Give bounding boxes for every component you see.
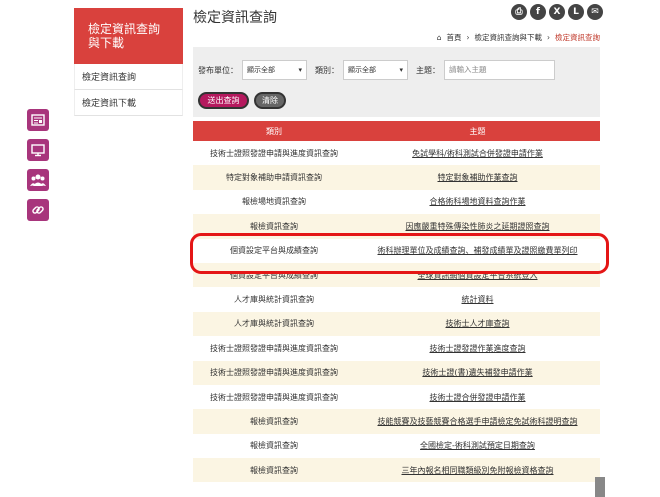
row-category: 報檢資訊查詢 <box>250 416 298 426</box>
category-select[interactable]: 顯示全部 ▾ <box>343 60 408 80</box>
row-topic-link[interactable]: 三年內報名相同職類級別免附報檢資格查詢 <box>402 465 554 476</box>
clear-button[interactable]: 清除 <box>254 92 286 109</box>
unit-label: 發布單位： <box>198 65 238 75</box>
row-topic-cell: 技能競賽及技藝競賽合格選手申請檢定免試術科證明查詢 <box>355 409 600 433</box>
submit-button[interactable]: 送出查詢 <box>198 92 249 109</box>
scrollbar[interactable] <box>595 477 605 497</box>
sidebar-item-query[interactable]: 檢定資訊查詢 <box>74 64 183 90</box>
row-topic-link[interactable]: 特定對象補助作業查詢 <box>438 172 518 183</box>
share-bar: ⎙ f X L ✉ <box>511 4 603 20</box>
table-row: 人才庫與統計資訊查詢 統計資料 <box>193 287 600 312</box>
row-topic-cell: 技術士證(書)遺失補發申請作業 <box>355 361 600 385</box>
row-topic-link[interactable]: 技術士證合併發證申請作業 <box>430 392 526 403</box>
breadcrumb-separator: › <box>547 33 550 42</box>
row-topic-link[interactable]: 技術士人才庫查詢 <box>446 318 510 329</box>
row-topic-link[interactable]: 免試學科/術科測試合併發證申請作業 <box>412 148 543 159</box>
row-topic-cell: 統計資料 <box>355 287 600 311</box>
row-category: 特定對象補助申請資訊查詢 <box>226 173 322 183</box>
page-title: 檢定資訊查詢 <box>193 10 277 26</box>
category-select-value: 顯示全部 <box>348 66 376 74</box>
row-topic-cell: 三年內報名相同職類級別免附報檢資格查詢 <box>355 458 600 482</box>
filter-panel: 發布單位： 顯示全部 ▾ 類別： 顯示全部 ▾ 主題： 請輸入主題 送出查詢 清… <box>193 47 600 117</box>
row-category: 人才庫與統計資訊查詢 <box>234 295 314 305</box>
row-topic-cell: 免試學科/術科測試合併發證申請作業 <box>355 141 600 165</box>
unit-select-value: 顯示全部 <box>247 66 275 74</box>
row-category: 人才庫與統計資訊查詢 <box>234 319 314 329</box>
topic-input[interactable]: 請輸入主題 <box>444 60 555 80</box>
breadcrumb-home[interactable]: 首頁 <box>447 32 462 43</box>
row-category: 技術士證照發證申請與進度資訊查詢 <box>210 368 338 378</box>
row-topic-cell: 特定對象補助作業查詢 <box>355 165 600 189</box>
column-header-category: 類別 <box>266 126 282 136</box>
row-category: 報檢資訊查詢 <box>250 441 298 451</box>
facebook-icon[interactable]: f <box>530 4 546 20</box>
table-row: 技術士證照發證申請與進度資訊查詢 技術士證發證作業進度查詢 <box>193 336 600 361</box>
news-icon[interactable] <box>27 109 49 131</box>
table-row: 特定對象補助申請資訊查詢 特定對象補助作業查詢 <box>193 165 600 190</box>
row-topic-link[interactable]: 技術士證發證作業進度查詢 <box>430 343 526 354</box>
table-row: 技術士證照發證申請與進度資訊查詢 免試學科/術科測試合併發證申請作業 <box>193 141 600 166</box>
sidebar-heading: 檢定資訊查詢與下載 <box>74 8 183 64</box>
table-row: 技術士證照發證申請與進度資訊查詢 技術士證合併發證申請作業 <box>193 384 600 410</box>
chevron-down-icon: ▾ <box>298 66 302 74</box>
row-topic-link[interactable]: 因應嚴重特殊傳染性肺炎之延期證照查詢 <box>406 221 550 232</box>
unit-select[interactable]: 顯示全部 ▾ <box>242 60 307 80</box>
home-icon[interactable]: ⌂ <box>437 33 442 42</box>
table-row: 人才庫與統計資訊查詢 技術士人才庫查詢 <box>193 311 600 337</box>
table-row: 報檢資訊查詢 技能競賽及技藝競賽合格選手申請檢定免試術科證明查詢 <box>193 409 600 434</box>
table-row: 技術士證照發證申請與進度資訊查詢 技術士證(書)遺失補發申請作業 <box>193 360 600 385</box>
table-row: 報檢場地資訊查詢 合格術科場地資料查詢作業 <box>193 189 600 215</box>
row-topic-cell: 合格術科場地資料查詢作業 <box>355 190 600 214</box>
table-row: 報檢資訊查詢 全國檢定-術科測試預定日期查詢 <box>193 433 600 459</box>
row-topic-cell: 技術士人才庫查詢 <box>355 312 600 336</box>
row-topic-link[interactable]: 合格術科場地資料查詢作業 <box>430 196 526 207</box>
row-category: 技術士證照發證申請與進度資訊查詢 <box>210 148 338 158</box>
breadcrumb: ⌂ 首頁 › 檢定資訊查詢與下載 › 檢定資訊查詢 <box>437 32 600 43</box>
category-label: 類別： <box>315 65 339 75</box>
table-header: 類別 主題 <box>193 121 600 141</box>
row-category: 技術士證照發證申請與進度資訊查詢 <box>210 343 338 353</box>
people-icon[interactable] <box>27 169 49 191</box>
link-icon[interactable] <box>27 199 49 221</box>
chevron-down-icon: ▾ <box>399 66 403 74</box>
line-icon[interactable]: L <box>568 4 584 20</box>
monitor-icon[interactable] <box>27 139 49 161</box>
sidebar-item-download[interactable]: 檢定資訊下載 <box>74 90 183 116</box>
row-topic-link[interactable]: 技術士證(書)遺失補發申請作業 <box>422 367 532 378</box>
breadcrumb-current: 檢定資訊查詢 <box>555 33 600 42</box>
highlight-box <box>190 233 609 274</box>
column-header-topic: 主題 <box>469 126 486 136</box>
row-topic-cell: 技術士證合併發證申請作業 <box>355 385 600 409</box>
breadcrumb-separator: › <box>466 33 470 42</box>
row-category: 技術士證照發證申請與進度資訊查詢 <box>210 392 338 402</box>
row-category: 報檢場地資訊查詢 <box>242 197 306 207</box>
x-icon[interactable]: X <box>549 4 565 20</box>
table-row: 報檢資訊查詢 三年內報名相同職類級別免附報檢資格查詢 <box>193 458 600 483</box>
row-topic-link[interactable]: 技能競賽及技藝競賽合格選手申請檢定免試術科證明查詢 <box>378 416 578 427</box>
row-topic-cell: 全國檢定-術科測試預定日期查詢 <box>355 434 600 458</box>
print-icon[interactable]: ⎙ <box>511 4 527 20</box>
row-topic-link[interactable]: 統計資料 <box>462 294 494 305</box>
floating-toolbar <box>27 109 49 221</box>
row-topic-cell: 技術士證發證作業進度查詢 <box>355 336 600 360</box>
row-category: 報檢資訊查詢 <box>250 465 298 475</box>
results-table: 類別 主題 技術士證照發證申請與進度資訊查詢 免試學科/術科測試合併發證申請作業特… <box>193 121 600 483</box>
row-topic-link[interactable]: 全國檢定-術科測試預定日期查詢 <box>420 440 535 451</box>
breadcrumb-parent[interactable]: 檢定資訊查詢與下載 <box>475 32 543 43</box>
sidebar: 檢定資訊查詢與下載 檢定資訊查詢 檢定資訊下載 <box>74 8 183 116</box>
email-icon[interactable]: ✉ <box>587 4 603 20</box>
topic-label: 主題： <box>416 65 440 75</box>
